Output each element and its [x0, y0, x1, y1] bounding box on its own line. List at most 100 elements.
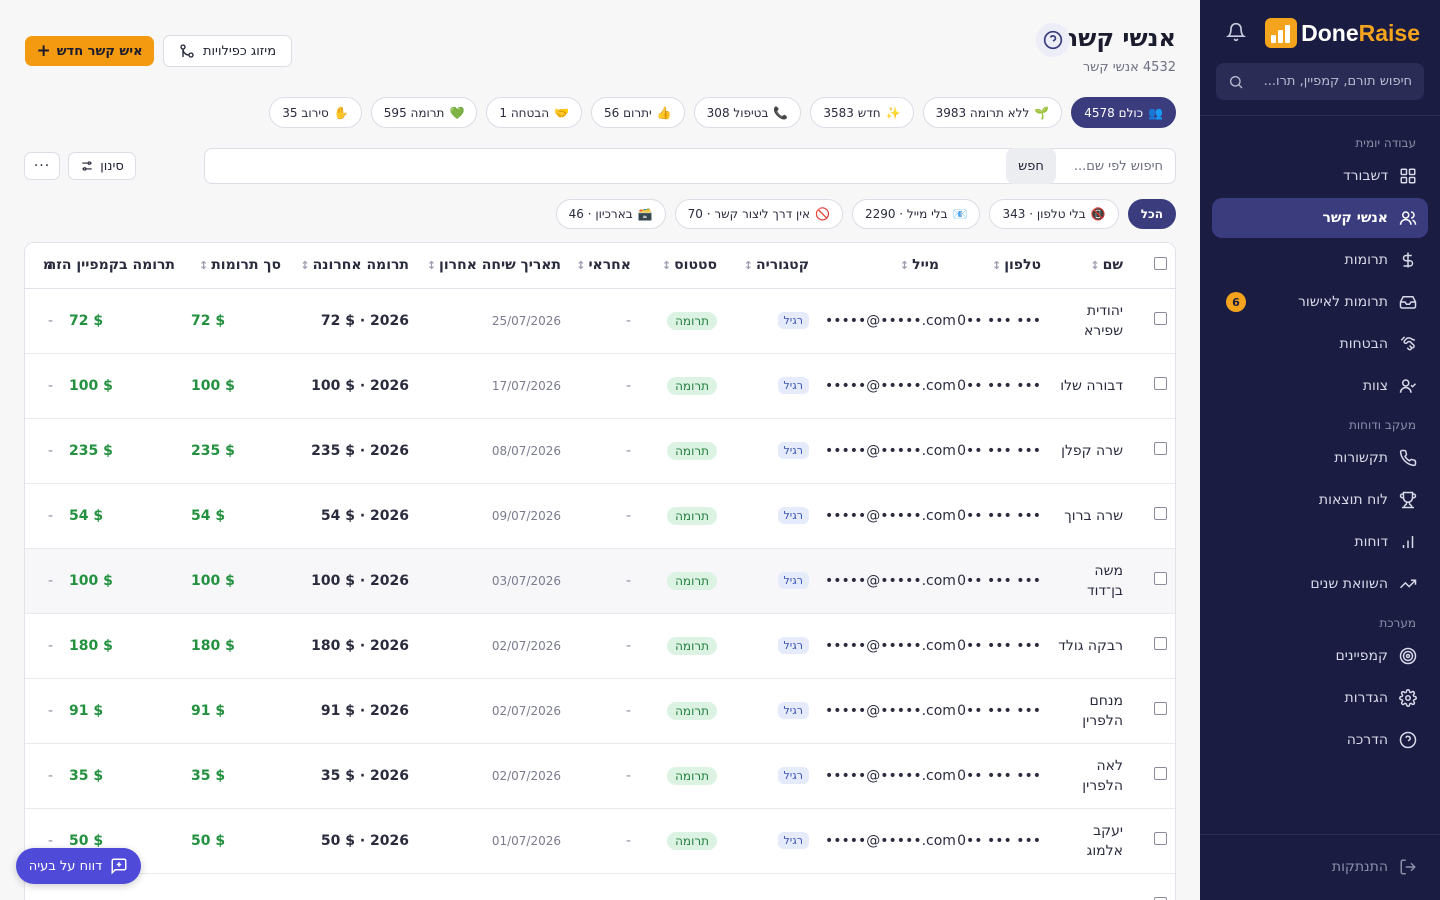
report-issue-button[interactable]: דווח על בעיה	[16, 848, 141, 884]
sliders-icon	[82, 161, 92, 171]
sidebar-search-input[interactable]: חיפוש תורם, קמפיין, תרו...	[1216, 63, 1424, 100]
status-filter-pill[interactable]: 🤝 הבטחה 1	[486, 97, 583, 128]
column-header[interactable]: שם↕	[1049, 243, 1131, 289]
status-cell: תרומה	[639, 613, 725, 679]
contact-name[interactable]: משה בן־דוד	[1049, 548, 1131, 614]
quick-filter-chip[interactable]: 📵 בלי טלפון · 343	[989, 199, 1119, 229]
row-checkbox[interactable]	[1154, 702, 1167, 715]
row-select-cell	[1131, 483, 1175, 549]
status-filter-pill[interactable]: 📞 בטיפול 308	[693, 97, 802, 128]
row-checkbox[interactable]	[1154, 832, 1167, 845]
total-donations: 180 $	[183, 613, 289, 679]
logout-button[interactable]: התנתקות	[1212, 847, 1428, 887]
more-options-button[interactable]: ···	[24, 152, 60, 180]
sidebar-item-donations[interactable]: תרומות	[1212, 240, 1428, 280]
extra-cell: -	[25, 548, 61, 614]
contact-name[interactable]: חנה	[1049, 873, 1131, 900]
last-donation: 35 $ · 2026	[289, 743, 417, 809]
sidebar-item-settings[interactable]: הגדרות	[1212, 678, 1428, 718]
row-checkbox[interactable]	[1154, 572, 1167, 585]
sidebar-item-pending-donations[interactable]: תרומות לאישור 6	[1212, 282, 1428, 322]
table-row[interactable]: מנחם הלפרין 0•• ••• ••• •••••@•••••.com רגי…	[25, 678, 1175, 744]
row-checkbox[interactable]	[1154, 637, 1167, 650]
filter-button[interactable]: סינון	[68, 152, 136, 180]
column-header[interactable]: קטגוריה↕	[725, 243, 817, 289]
contact-name[interactable]: מנחם הלפרין	[1049, 678, 1131, 744]
status-filter-pill[interactable]: 👥 כולם 4578	[1071, 97, 1176, 128]
contact-name[interactable]: שרה קפלן	[1049, 418, 1131, 484]
status-badge: תרומה	[667, 311, 717, 330]
quick-filter-chip[interactable]: 🗃️ בארכיון · 46	[555, 199, 666, 229]
search-button[interactable]: חפש	[1006, 148, 1056, 184]
sidebar-item-campaigns[interactable]: קמפיינים	[1212, 636, 1428, 676]
status-filter-pill[interactable]: 🌱 ללא תרומה 3983	[922, 97, 1063, 128]
table-row[interactable]: דבורה שלו 0•• ••• ••• •••••@•••••.com רגיל ת…	[25, 353, 1175, 419]
sidebar-item-guide[interactable]: הדרכה	[1212, 720, 1428, 760]
table-row[interactable]: יהודית שפירא 0•• ••• ••• •••••@•••••.com רג…	[25, 288, 1175, 354]
quick-filter-chip[interactable]: 📧 בלי מייל · 2290	[851, 199, 981, 229]
status-cell: תרומה	[639, 483, 725, 549]
sidebar-item-leaderboard[interactable]: לוח תוצאות	[1212, 480, 1428, 520]
logo-mark-icon	[1265, 18, 1298, 48]
status-filter-pill[interactable]: ✨ חדש 3583	[810, 97, 914, 128]
sidebar-item-reports[interactable]: דוחות	[1212, 522, 1428, 562]
quick-filter-chip[interactable]: הכל	[1127, 199, 1176, 229]
last-donation: 235 $ · 2026	[289, 418, 417, 484]
contact-name[interactable]: יהודית שפירא	[1049, 288, 1131, 354]
sidebar-item-pledges[interactable]: הבטחות	[1212, 324, 1428, 364]
row-checkbox[interactable]	[1154, 312, 1167, 325]
status-filter-pill[interactable]: ✋ סירוב 35	[269, 97, 362, 128]
status-filter-pill[interactable]: 💚 תרומה 595	[370, 97, 478, 128]
table-row[interactable]: יעקב אלמוג 0•• ••• ••• •••••@•••••.com רגיל…	[25, 808, 1175, 874]
sidebar-item-label: לוח תוצאות	[1318, 492, 1388, 508]
campaign-donation: 235 $	[61, 418, 183, 484]
row-checkbox[interactable]	[1154, 507, 1167, 520]
table-row[interactable]: לאה הלפרין 0•• ••• ••• •••••@•••••.com רגיל…	[25, 743, 1175, 809]
select-all-checkbox[interactable]	[1154, 256, 1167, 270]
sidebar-item-dashboard[interactable]: דשבורד	[1212, 156, 1428, 196]
row-checkbox[interactable]	[1154, 442, 1167, 455]
new-contact-button[interactable]: איש קשר חדש +	[25, 36, 154, 66]
pill-label: יתרום 56	[604, 105, 652, 120]
logo[interactable]: DoneRaise	[1265, 18, 1420, 48]
contact-name[interactable]: דבורה שלו	[1049, 353, 1131, 419]
sidebar-item-contacts[interactable]: אנשי קשר	[1212, 198, 1428, 238]
status-filter-pill[interactable]: 👍 יתרום 56	[591, 97, 685, 128]
help-button[interactable]	[1036, 23, 1070, 57]
sidebar-item-communications[interactable]: תקשורות	[1212, 438, 1428, 478]
merge-duplicates-button[interactable]: מיזוג כפילויות	[163, 35, 292, 67]
last-call-date: 03/07/2026	[417, 548, 569, 614]
row-checkbox[interactable]	[1154, 767, 1167, 780]
logout-icon	[1398, 857, 1418, 877]
column-header[interactable]: סטטוס↕	[639, 243, 725, 289]
contact-name[interactable]: יעקב אלמוג	[1049, 808, 1131, 874]
logout-label: התנתקות	[1331, 859, 1388, 875]
column-header[interactable]: תרומה אחרונה↕	[289, 243, 417, 289]
sidebar-item-team[interactable]: צוות	[1212, 366, 1428, 406]
campaign-donation: 54 $	[61, 483, 183, 549]
contact-name[interactable]: רבקה גולד	[1049, 613, 1131, 679]
category-tag: רגיל	[777, 767, 809, 784]
column-header[interactable]: מייל↕	[817, 243, 947, 289]
campaign-donation: 180 $	[61, 613, 183, 679]
column-header[interactable]: תאריך שיחה אחרון↕	[417, 243, 569, 289]
column-header[interactable]: אחראי↕	[569, 243, 639, 289]
quick-filter-chip[interactable]: 🚫 אין דרך ליצור קשר · 70	[674, 199, 843, 229]
contact-name[interactable]: לאה הלפרין	[1049, 743, 1131, 809]
row-checkbox[interactable]	[1154, 377, 1167, 390]
column-header[interactable]: סך תרומות↕	[183, 243, 289, 289]
category-tag: רגיל	[777, 572, 809, 589]
sidebar-item-year-compare[interactable]: השוואת שנים	[1212, 564, 1428, 604]
contact-name[interactable]: שרה ברוך	[1049, 483, 1131, 549]
table-row[interactable]: שרה ברוך 0•• ••• ••• •••••@•••••.com רגיל תר…	[25, 483, 1175, 549]
table-row[interactable]: רבקה גולד 0•• ••• ••• •••••@•••••.com רגיל ת…	[25, 613, 1175, 679]
table-row[interactable]: שרה קפלן 0•• ••• ••• •••••@•••••.com רגיל תר…	[25, 418, 1175, 484]
status-cell: תרומה	[639, 418, 725, 484]
table-row[interactable]: חנה	[25, 873, 1175, 900]
row-select-cell	[1131, 548, 1175, 614]
campaign-donation: 72 $	[61, 288, 183, 354]
bell-icon[interactable]	[1222, 22, 1247, 46]
column-header[interactable]: תרומה בקמפיין הזה	[47, 243, 183, 289]
table-row[interactable]: משה בן־דוד 0•• ••• ••• •••••@•••••.com רגיל…	[25, 548, 1175, 614]
column-header[interactable]: טלפון↕	[947, 243, 1049, 289]
